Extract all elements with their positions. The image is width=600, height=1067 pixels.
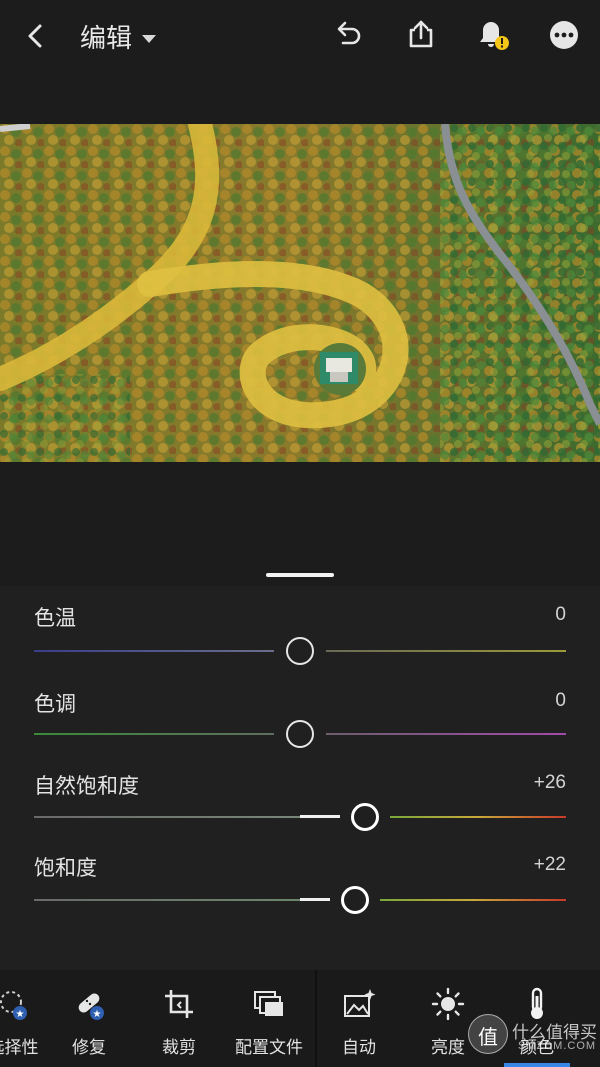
tool-crop[interactable]: 裁剪 bbox=[134, 970, 224, 1067]
tool-label: 裁剪 bbox=[162, 1038, 196, 1058]
saturation-fill bbox=[300, 898, 330, 901]
svg-text:★: ★ bbox=[93, 1009, 102, 1020]
panel-drag-handle[interactable] bbox=[266, 573, 334, 577]
healing-icon: ★ bbox=[78, 993, 104, 1020]
tool-label: 配置文件 bbox=[235, 1038, 303, 1058]
slider-saturation: 饱和度 +22 bbox=[0, 852, 600, 936]
undo-icon[interactable] bbox=[330, 18, 364, 52]
slider-label: 色调 bbox=[34, 692, 76, 716]
photo-canvas[interactable] bbox=[0, 76, 600, 586]
notification-bell-warning-icon[interactable] bbox=[476, 18, 510, 52]
slider-tint: 色调 0 bbox=[0, 688, 600, 772]
page-title: 编辑 bbox=[80, 24, 133, 54]
chevron-down-icon bbox=[142, 34, 157, 43]
crop-icon bbox=[165, 990, 193, 1018]
aerial-forest-photo bbox=[0, 124, 600, 462]
tint-knob[interactable] bbox=[286, 720, 314, 748]
svg-text:★: ★ bbox=[16, 1009, 25, 1020]
slider-label: 色温 bbox=[34, 606, 76, 630]
slider-value: 0 bbox=[555, 604, 566, 625]
vibrance-track[interactable] bbox=[34, 815, 566, 818]
saturation-knob[interactable] bbox=[341, 886, 369, 914]
tool-label: 修复 bbox=[72, 1038, 106, 1058]
slider-value: +22 bbox=[533, 854, 566, 875]
tool-healing[interactable]: ★ 修复 bbox=[44, 970, 134, 1067]
top-bar: 编辑 bbox=[0, 0, 600, 76]
light-icon bbox=[431, 987, 465, 1021]
slider-value: 0 bbox=[555, 690, 566, 711]
back-arrow-icon[interactable] bbox=[20, 20, 52, 52]
slider-temperature: 色温 0 bbox=[0, 604, 600, 690]
slider-label: 饱和度 bbox=[34, 856, 97, 880]
watermark-logo: 值 什么值得买 SMZDM.COM bbox=[468, 1010, 600, 1067]
auto-icon bbox=[344, 989, 376, 1017]
watermark-badge: 值 bbox=[468, 1014, 508, 1054]
slider-label: 自然饱和度 bbox=[34, 774, 139, 798]
vibrance-fill bbox=[300, 815, 340, 818]
tool-label: 自动 bbox=[342, 1038, 376, 1058]
color-adjust-panel: 色温 0 色调 0 自然饱和度 +26 饱和度 +22 bbox=[0, 586, 600, 970]
vibrance-knob[interactable] bbox=[351, 803, 379, 831]
more-options-icon[interactable] bbox=[547, 18, 581, 52]
tool-auto[interactable]: 自动 bbox=[314, 970, 404, 1067]
slider-value: +26 bbox=[533, 772, 566, 793]
selective-icon: ★ bbox=[0, 991, 27, 1020]
slider-vibrance: 自然饱和度 +26 bbox=[0, 770, 600, 854]
edit-menu-dropdown[interactable]: 编辑 bbox=[80, 18, 157, 55]
watermark-domain: SMZDM.COM bbox=[518, 1040, 597, 1052]
profiles-icon bbox=[254, 991, 283, 1016]
tool-profiles[interactable]: 配置文件 bbox=[224, 970, 314, 1067]
share-icon[interactable] bbox=[404, 18, 438, 52]
saturation-track[interactable] bbox=[34, 898, 566, 901]
temperature-knob[interactable] bbox=[286, 637, 314, 665]
